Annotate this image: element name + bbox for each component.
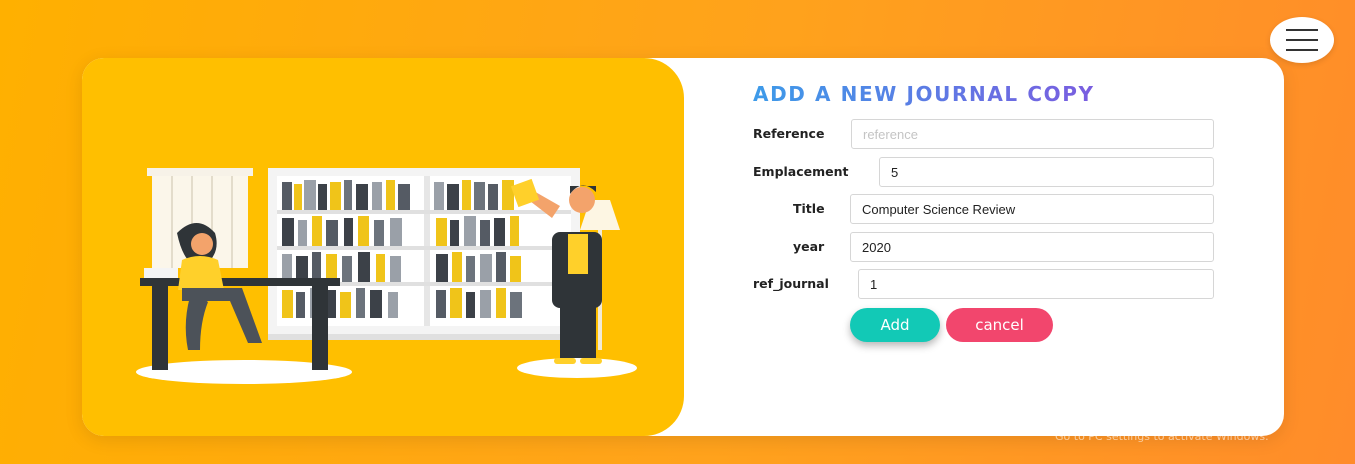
year-input[interactable] xyxy=(850,232,1214,262)
reference-label: Reference xyxy=(753,126,825,141)
watermark-title: Activate Windows xyxy=(1055,414,1184,430)
reference-input[interactable] xyxy=(851,119,1214,149)
menu-line xyxy=(1286,39,1318,41)
emplacement-input[interactable] xyxy=(879,157,1214,187)
year-label: year xyxy=(793,239,825,254)
activate-windows-watermark: Activate Windows Go to PC settings to ac… xyxy=(1055,414,1269,443)
ref-journal-input[interactable] xyxy=(858,269,1214,299)
menu-line xyxy=(1286,29,1318,31)
hamburger-menu-icon[interactable] xyxy=(1270,17,1334,63)
form-card: ADD A NEW JOURNAL COPY Reference Emplace… xyxy=(82,58,1284,436)
page-title: ADD A NEW JOURNAL COPY xyxy=(753,82,1095,106)
journal-copy-form: ADD A NEW JOURNAL COPY Reference Emplace… xyxy=(82,58,1284,436)
cancel-button[interactable]: cancel xyxy=(946,308,1053,342)
emplacement-label: Emplacement xyxy=(753,164,849,179)
title-input[interactable] xyxy=(850,194,1214,224)
ref-journal-label: ref_journal xyxy=(753,276,829,291)
add-button[interactable]: Add xyxy=(850,308,940,342)
title-label: Title xyxy=(793,201,825,216)
menu-line xyxy=(1286,49,1318,51)
watermark-subtitle: Go to PC settings to activate Windows. xyxy=(1055,429,1269,443)
